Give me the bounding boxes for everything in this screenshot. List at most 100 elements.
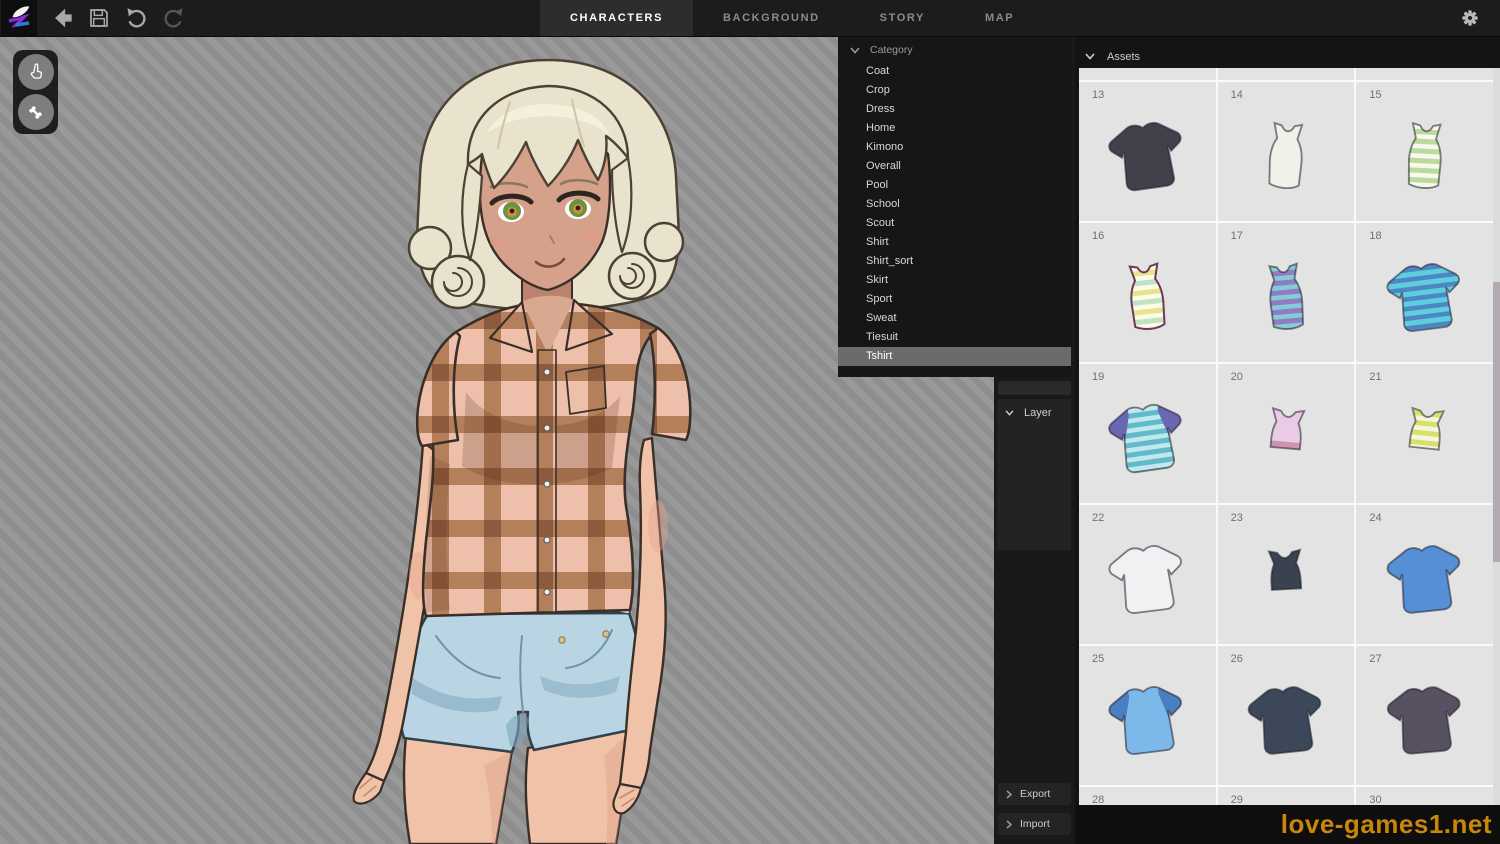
asset-cell-26[interactable]: 26 xyxy=(1218,646,1355,785)
watermark-text: love-games1.net xyxy=(1281,809,1492,840)
asset-thumbnail xyxy=(1379,393,1471,485)
bone-icon xyxy=(26,103,45,122)
category-item-tshirt[interactable]: Tshirt xyxy=(838,347,1071,366)
asset-number: 24 xyxy=(1369,512,1381,524)
asset-cell-17[interactable]: 17 xyxy=(1218,223,1355,362)
undo-button[interactable] xyxy=(118,0,154,36)
asset-number: 13 xyxy=(1092,89,1104,101)
category-item-shirt_sort[interactable]: Shirt_sort xyxy=(838,252,1071,271)
import-button[interactable]: Import xyxy=(998,813,1071,835)
asset-number: 14 xyxy=(1231,89,1243,101)
layer-panel: Layer xyxy=(997,399,1071,550)
tab-background[interactable]: BACKGROUND xyxy=(693,0,850,36)
asset-thumbnail xyxy=(1240,111,1332,203)
asset-cell-23[interactable]: 23 xyxy=(1218,505,1355,644)
back-button[interactable] xyxy=(45,0,81,36)
pose-tool-button[interactable] xyxy=(18,94,54,130)
chevron-down-icon xyxy=(850,47,860,54)
gear-icon xyxy=(1458,6,1482,30)
asset-thumbnail xyxy=(1240,534,1332,626)
asset-thumbnail xyxy=(1379,252,1471,344)
category-item-home[interactable]: Home xyxy=(838,119,1071,138)
asset-cell-15[interactable]: 15 xyxy=(1356,82,1493,221)
asset-cell-13[interactable]: 13 xyxy=(1079,82,1216,221)
asset-thumbnail xyxy=(1240,393,1332,485)
asset-cell-27[interactable]: 27 xyxy=(1356,646,1493,785)
asset-thumbnail xyxy=(1101,393,1193,485)
category-item-kimono[interactable]: Kimono xyxy=(838,138,1071,157)
category-item-pool[interactable]: Pool xyxy=(838,176,1071,195)
save-floppy-icon xyxy=(87,6,111,30)
category-item-sport[interactable]: Sport xyxy=(838,290,1071,309)
assets-header-label: Assets xyxy=(1107,51,1140,63)
toolbar: CHARACTERSBACKGROUNDSTORYMAP xyxy=(0,0,1500,37)
assets-scrollbar[interactable] xyxy=(1493,68,1500,805)
chevron-right-icon xyxy=(1006,820,1012,829)
asset-thumbnail xyxy=(1240,675,1332,767)
export-button[interactable]: Export xyxy=(998,783,1071,805)
redo-arrow-icon xyxy=(161,6,186,31)
tab-story[interactable]: STORY xyxy=(850,0,955,36)
category-header[interactable]: Category xyxy=(838,36,1071,62)
asset-cell-22[interactable]: 22 xyxy=(1079,505,1216,644)
asset-thumbnail xyxy=(1101,675,1193,767)
redo-button[interactable] xyxy=(155,0,191,36)
asset-cell-19[interactable]: 19 xyxy=(1079,364,1216,503)
category-panel: Category CoatCropDressHomeKimonoOverallP… xyxy=(838,36,1071,377)
asset-number: 26 xyxy=(1231,653,1243,665)
hand-tool-button[interactable] xyxy=(18,54,54,90)
import-label: Import xyxy=(1020,818,1050,830)
assets-header[interactable]: Assets xyxy=(1075,45,1500,68)
asset-cell-20[interactable]: 20 xyxy=(1218,364,1355,503)
asset-cell-21[interactable]: 21 xyxy=(1356,364,1493,503)
asset-cell-14[interactable]: 14 xyxy=(1218,82,1355,221)
asset-number: 23 xyxy=(1231,512,1243,524)
asset-cell-partial[interactable] xyxy=(1079,68,1216,80)
asset-number: 22 xyxy=(1092,512,1104,524)
collapsed-panel-bar[interactable] xyxy=(998,381,1071,395)
asset-number: 19 xyxy=(1092,371,1104,383)
category-item-crop[interactable]: Crop xyxy=(838,81,1071,100)
category-item-shirt[interactable]: Shirt xyxy=(838,233,1071,252)
category-item-scout[interactable]: Scout xyxy=(838,214,1071,233)
save-button[interactable] xyxy=(81,0,117,36)
pointing-hand-icon xyxy=(27,63,45,81)
category-item-sweat[interactable]: Sweat xyxy=(838,309,1071,328)
chevron-down-icon xyxy=(1005,410,1014,416)
asset-thumbnail xyxy=(1379,111,1471,203)
assets-panel: Assets 131415161718192021222324252627282… xyxy=(1075,36,1500,844)
app-logo[interactable] xyxy=(1,0,37,36)
assets-scrollbar-thumb[interactable] xyxy=(1493,282,1500,562)
watermark-strip: love-games1.net xyxy=(1075,805,1500,844)
category-item-school[interactable]: School xyxy=(838,195,1071,214)
layer-header[interactable]: Layer xyxy=(997,399,1071,425)
asset-cell-partial[interactable] xyxy=(1356,68,1493,80)
settings-button[interactable] xyxy=(1452,0,1488,36)
asset-cell-25[interactable]: 25 xyxy=(1079,646,1216,785)
category-item-skirt[interactable]: Skirt xyxy=(838,271,1071,290)
asset-thumbnail xyxy=(1101,111,1193,203)
back-arrow-icon xyxy=(50,5,76,31)
asset-number: 16 xyxy=(1092,230,1104,242)
asset-number: 20 xyxy=(1231,371,1243,383)
export-label: Export xyxy=(1020,788,1050,800)
asset-thumbnail xyxy=(1240,252,1332,344)
asset-number: 25 xyxy=(1092,653,1104,665)
undo-arrow-icon xyxy=(124,6,149,31)
asset-cell-24[interactable]: 24 xyxy=(1356,505,1493,644)
category-item-overall[interactable]: Overall xyxy=(838,157,1071,176)
asset-number: 15 xyxy=(1369,89,1381,101)
tab-characters[interactable]: CHARACTERS xyxy=(540,0,693,36)
asset-thumbnail xyxy=(1379,534,1471,626)
chevron-down-icon xyxy=(1085,53,1095,60)
asset-thumbnail xyxy=(1379,675,1471,767)
asset-cell-16[interactable]: 16 xyxy=(1079,223,1216,362)
tab-map[interactable]: MAP xyxy=(955,0,1044,36)
character-editor-app: CHARACTERSBACKGROUNDSTORYMAP xyxy=(0,0,1500,844)
asset-cell-partial[interactable] xyxy=(1218,68,1355,80)
category-item-dress[interactable]: Dress xyxy=(838,100,1071,119)
asset-cell-18[interactable]: 18 xyxy=(1356,223,1493,362)
tool-palette xyxy=(13,50,58,134)
category-item-tiesuit[interactable]: Tiesuit xyxy=(838,328,1071,347)
category-item-coat[interactable]: Coat xyxy=(838,62,1071,81)
